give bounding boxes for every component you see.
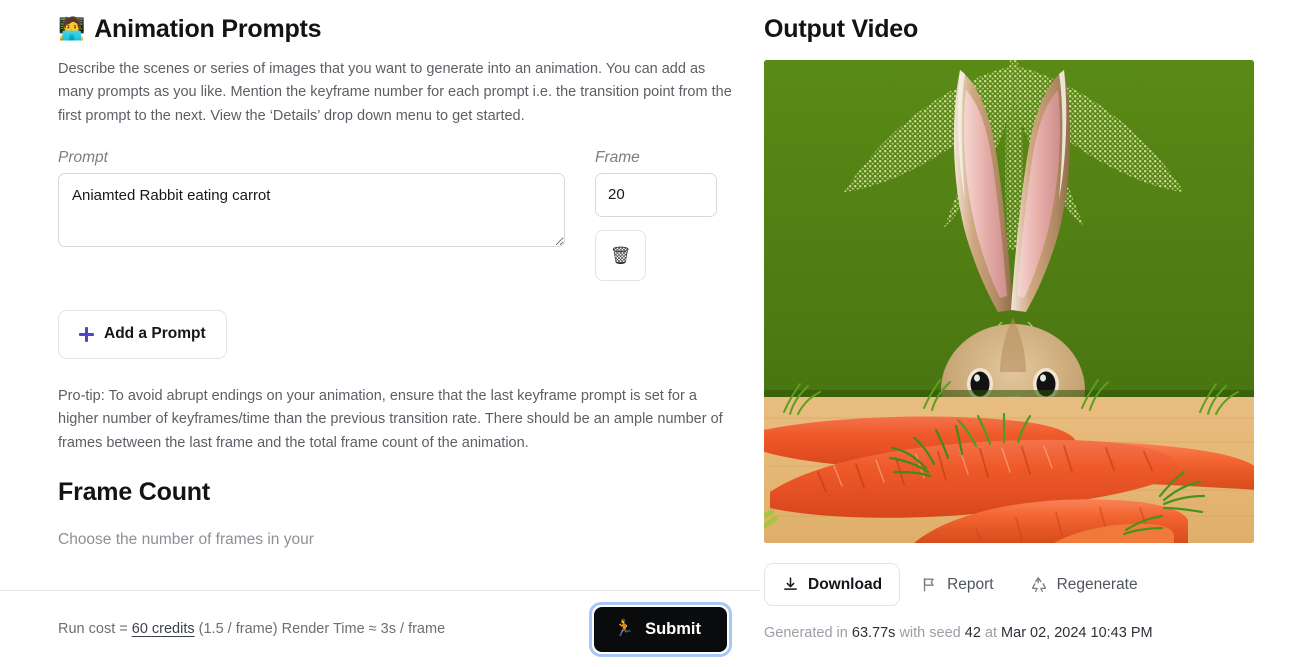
frame-column: 🗑 bbox=[595, 172, 717, 281]
video-actions-row: Download Report Regenerate bbox=[764, 563, 1254, 606]
panel-description: Describe the scenes or series of images … bbox=[58, 61, 732, 124]
output-video-panel: Output Video Download Report Regenerate … bbox=[760, 0, 1300, 667]
frame-label: Frame bbox=[595, 149, 640, 167]
generation-seed: 42 bbox=[964, 625, 981, 641]
run-cost-suffix: (1.5 / frame) Render Time ≈ 3s / frame bbox=[194, 621, 446, 637]
frame-count-title: Frame Count bbox=[58, 478, 210, 507]
output-video-player[interactable] bbox=[764, 60, 1254, 543]
flag-icon bbox=[921, 576, 938, 593]
download-icon bbox=[782, 576, 799, 593]
download-button[interactable]: Download bbox=[764, 563, 901, 606]
prompt-row: 🗑 bbox=[58, 172, 732, 281]
delete-prompt-button[interactable]: 🗑 bbox=[595, 229, 646, 281]
frame-count-subtitle: Choose the number of frames in your bbox=[58, 531, 314, 549]
prompt-input[interactable] bbox=[58, 172, 565, 247]
generation-duration: 63.77s bbox=[851, 625, 896, 641]
generated-prefix: Generated in bbox=[764, 625, 852, 641]
technologist-emoji: 🧑‍💻 bbox=[58, 16, 86, 41]
app-root: 🧑‍💻 Animation Prompts Describe the scene… bbox=[0, 0, 1300, 667]
generated-at: at bbox=[980, 625, 1002, 641]
frame-input[interactable] bbox=[595, 172, 717, 217]
run-cost-prefix: Run cost = bbox=[58, 621, 132, 637]
animation-prompts-panel: 🧑‍💻 Animation Prompts Describe the scene… bbox=[0, 0, 760, 667]
video-frame-image bbox=[764, 60, 1254, 543]
field-labels-row: Prompt Frame bbox=[58, 150, 732, 166]
submit-focus-ring: 🏃 Submit bbox=[589, 601, 732, 657]
submit-button[interactable]: 🏃 Submit bbox=[594, 606, 727, 652]
page-title: 🧑‍💻 Animation Prompts bbox=[58, 14, 732, 44]
output-video-title: Output Video bbox=[764, 15, 919, 43]
submit-label: Submit bbox=[645, 619, 701, 638]
add-prompt-label: Add a Prompt bbox=[104, 325, 206, 343]
prompt-label: Prompt bbox=[58, 149, 108, 167]
regenerate-label: Regenerate bbox=[1056, 575, 1138, 593]
footer-bar: Run cost = 60 credits (1.5 / frame) Rend… bbox=[0, 590, 760, 667]
generated-mid: with seed bbox=[895, 625, 965, 641]
prompt-input-wrapper bbox=[58, 172, 565, 252]
pro-tip-text: Pro-tip: To avoid abrupt endings on your… bbox=[58, 387, 723, 451]
download-label: Download bbox=[808, 575, 883, 593]
run-cost-credits[interactable]: 60 credits bbox=[132, 621, 195, 637]
report-label: Report bbox=[947, 575, 994, 593]
recycle-icon bbox=[1030, 576, 1048, 594]
run-cost-text: Run cost = 60 credits (1.5 / frame) Rend… bbox=[58, 621, 445, 637]
generation-timestamp: Mar 02, 2024 10:43 PM bbox=[1001, 625, 1153, 641]
generation-info: Generated in 63.77s with seed 42 at Mar … bbox=[764, 625, 1254, 641]
add-prompt-button[interactable]: Add a Prompt bbox=[58, 309, 227, 359]
regenerate-button[interactable]: Regenerate bbox=[1015, 563, 1153, 606]
plus-icon bbox=[79, 326, 94, 342]
report-button[interactable]: Report bbox=[906, 563, 1009, 606]
trash-icon: 🗑 bbox=[609, 245, 632, 265]
page-title-text: Animation Prompts bbox=[94, 15, 322, 43]
runner-icon: 🏃 bbox=[614, 620, 635, 637]
